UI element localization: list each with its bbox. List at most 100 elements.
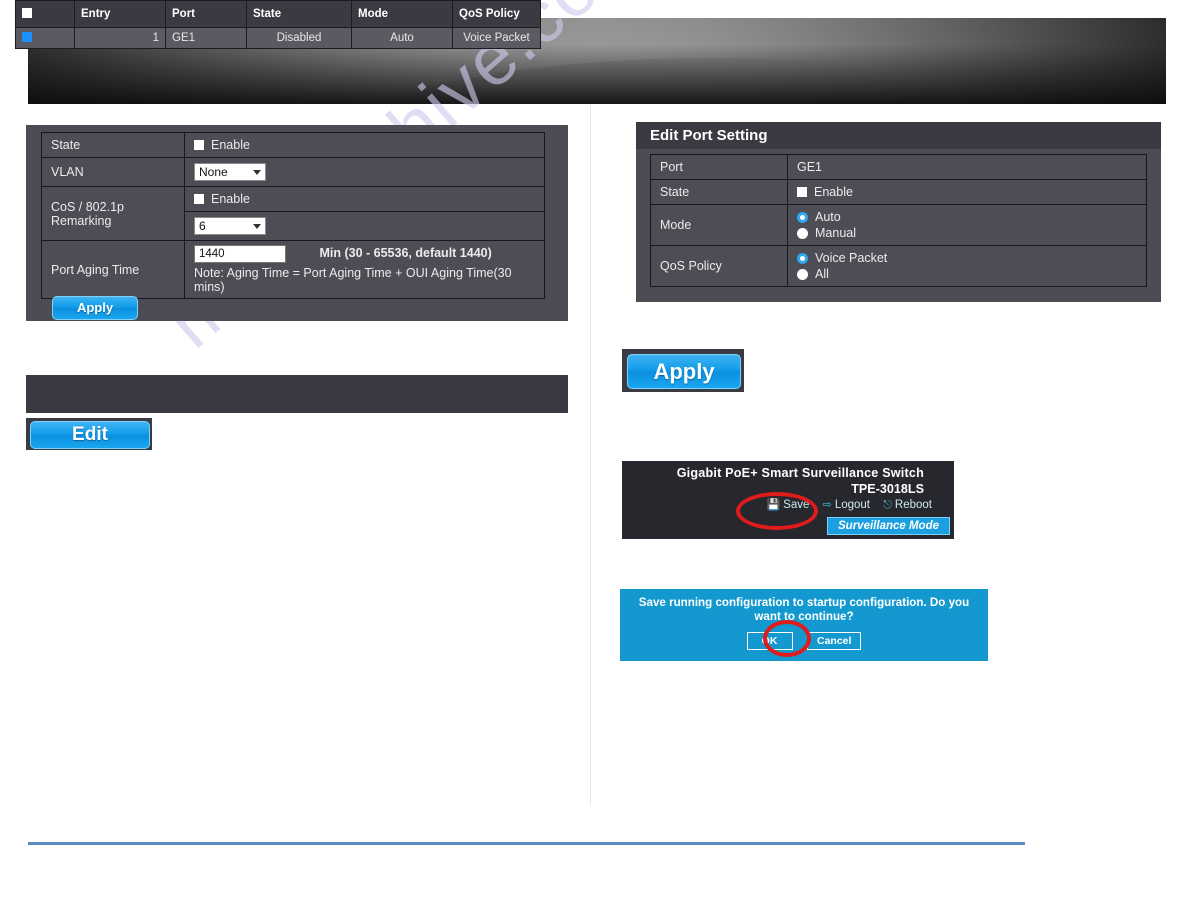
qos-option-voice-packet[interactable]: Voice Packet [797,251,1137,265]
table-row-state: State Enable [41,132,545,158]
table-row-state: State Enable [650,179,1147,205]
port-aging-time-note: Note: Aging Time = Port Aging Time + OUI… [194,266,512,294]
cos-label-line2: Remarking [51,213,112,228]
qos-voice-packet-radio[interactable] [797,253,808,264]
edit-button[interactable]: Edit [30,421,150,449]
row-label-mode: Mode [650,204,788,246]
mode-auto-label: Auto [815,210,841,224]
edit-port-setting-title: Edit Port Setting [636,122,1161,149]
row-label-qos-policy: QoS Policy [650,245,788,287]
reboot-icon: ⎋ [883,499,892,511]
table-row-cos-remarking-enable: CoS / 802.1p Remarking Enable [41,186,545,241]
footer-rule [28,842,1025,845]
row-value-state: Enable [787,179,1147,205]
logout-icon: ⇨ [822,499,832,511]
reboot-link-label: Reboot [894,499,932,511]
vlan-select-value: None [199,165,228,179]
annotation-ellipse-save [736,492,818,530]
left-apply-wrap: Apply [52,296,138,320]
cell-mode: Auto [351,27,453,49]
table-row-port: Port GE1 [650,154,1147,180]
mode-option-auto[interactable]: Auto [797,210,1137,224]
page-root: manualshive.com State Enable VLAN None [0,0,1188,918]
header-entry: Entry [74,0,166,28]
cell-entry: 1 [74,27,166,49]
qos-option-all[interactable]: All [797,267,1137,281]
row-value-mode: Auto Manual [787,204,1147,246]
device-product-name: Gigabit PoE+ Smart Surveillance Switch [676,466,924,480]
port-aging-time-input[interactable]: 1440 [194,245,286,263]
header-port: Port [165,0,247,28]
apply-button-right[interactable]: Apply [627,354,741,389]
edit-port-setting-table-wrap: Port GE1 State Enable Mode Auto Manual Q… [650,154,1147,287]
banner-bottom-shade [28,44,1166,104]
table-row-vlan: VLAN None [41,157,545,187]
logout-link[interactable]: ⇨ Logout [823,498,870,511]
logout-link-label: Logout [834,499,870,511]
edit-port-setting-table: Port GE1 State Enable Mode Auto Manual Q… [650,154,1147,287]
cos-value-select-value: 6 [199,219,206,233]
cell-state: Disabled [246,27,352,49]
voice-vlan-port-list-table: Entry Port State Mode QoS Policy 1 GE1 D… [15,0,541,49]
cancel-button[interactable]: Cancel [807,632,862,650]
header-qos-policy: QoS Policy [452,0,541,28]
row-value-state: Enable [184,132,545,158]
cell-port: GE1 [165,27,247,49]
row-select-cell[interactable] [15,27,75,49]
mode-manual-radio[interactable] [797,228,808,239]
row-value-qos-policy: Voice Packet All [787,245,1147,287]
port-state-enable-label: Enable [814,185,853,199]
state-enable-checkbox[interactable] [194,140,204,150]
port-aging-time-hint: Min (30 - 65536, default 1440) [319,246,492,260]
column-divider [590,105,591,805]
voice-vlan-settings-table-wrap: State Enable VLAN None CoS / 802.1p Rema… [41,132,545,299]
state-enable-label: Enable [211,138,250,152]
voice-vlan-settings-table: State Enable VLAN None CoS / 802.1p Rema… [41,132,545,299]
cell-qos-policy: Voice Packet [452,27,541,49]
row-value-port-aging-time: 1440 Min (30 - 65536, default 1440) Note… [184,240,545,299]
apply-button-right-wrap: Apply [622,349,744,392]
table-header-row: Entry Port State Mode QoS Policy [15,0,541,28]
voice-vlan-port-list-panel [26,375,568,413]
row-label-cos-remarking: CoS / 802.1p Remarking [41,186,185,241]
row-label-port: Port [650,154,788,180]
save-confirm-message: Save running configuration to startup co… [638,596,970,623]
row-value-cos-select: 6 [184,211,545,241]
table-row-qos-policy: QoS Policy Voice Packet All [650,245,1147,287]
row-value-vlan: None [184,157,545,187]
cos-value-select[interactable]: 6 [194,217,266,235]
chevron-down-icon [253,170,261,175]
surveillance-mode-badge[interactable]: Surveillance Mode [827,517,950,535]
cos-label-line1: CoS / 802.1p [51,199,124,214]
voice-vlan-settings-panel: State Enable VLAN None CoS / 802.1p Rema… [26,125,568,321]
vlan-select[interactable]: None [194,163,266,181]
apply-button-left[interactable]: Apply [52,296,138,320]
table-row-mode: Mode Auto Manual [650,204,1147,246]
header-mode: Mode [351,0,453,28]
edit-port-setting-panel: Edit Port Setting Port GE1 State Enable … [636,122,1161,302]
row-select-checkbox[interactable] [22,32,32,42]
table-row-port-aging-time: Port Aging Time 1440 Min (30 - 65536, de… [41,240,545,299]
row-value-port: GE1 [787,154,1147,180]
row-label-state: State [650,179,788,205]
row-label-vlan: VLAN [41,157,185,187]
reboot-link[interactable]: ⎋ Reboot [883,499,932,512]
mode-manual-label: Manual [815,226,856,240]
row-value-cos-enable: Enable [184,186,545,212]
port-state-enable-checkbox[interactable] [797,187,807,197]
mode-auto-radio[interactable] [797,212,808,223]
edit-button-wrap: Edit [26,418,152,450]
mode-option-manual[interactable]: Manual [797,226,1137,240]
header-select-all[interactable] [15,0,75,28]
chevron-down-icon [253,224,261,229]
cos-enable-label: Enable [211,192,250,206]
qos-all-radio[interactable] [797,269,808,280]
row-label-port-aging-time: Port Aging Time [41,240,185,299]
row-label-state: State [41,132,185,158]
qos-voice-packet-label: Voice Packet [815,251,888,265]
table-row[interactable]: 1 GE1 Disabled Auto Voice Packet [15,27,541,49]
cos-enable-checkbox[interactable] [194,194,204,204]
qos-all-label: All [815,267,829,281]
select-all-checkbox[interactable] [22,8,32,18]
header-state: State [246,0,352,28]
